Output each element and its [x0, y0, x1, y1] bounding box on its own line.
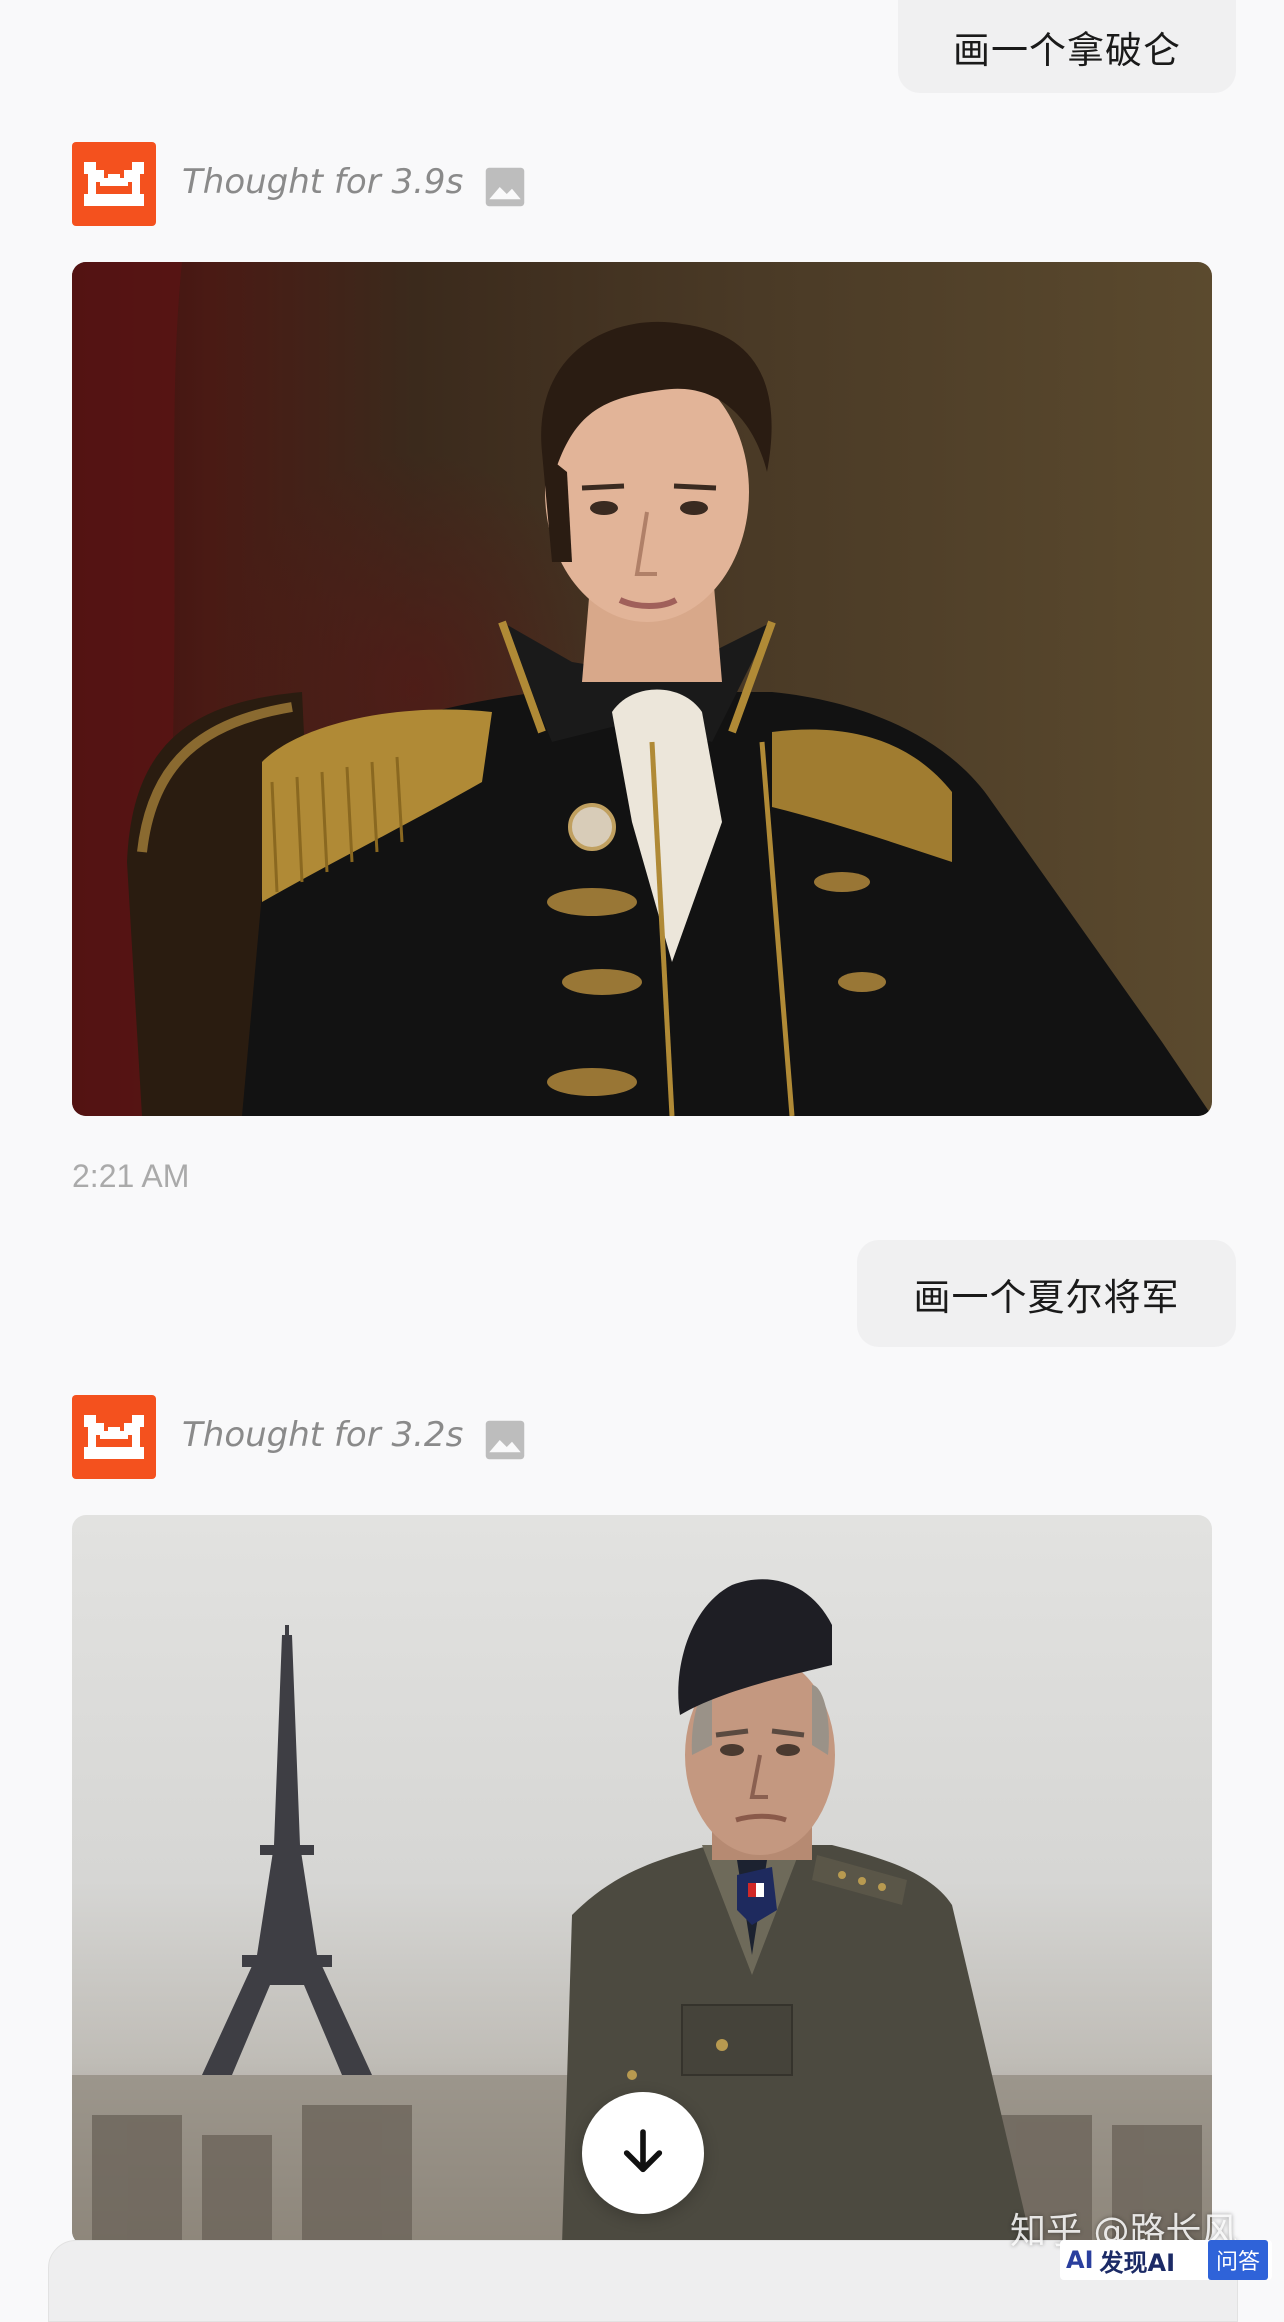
generated-image-napoleon[interactable] — [72, 262, 1212, 1116]
badge-tag: 问答 — [1207, 2240, 1268, 2280]
image-icon[interactable] — [484, 166, 526, 208]
user-message-text: 画一个夏尔将军 — [913, 1275, 1180, 1319]
user-message-bubble: 画一个拿破仑 — [898, 0, 1236, 93]
badge-logo: AI — [1066, 2246, 1094, 2274]
scroll-to-bottom-button[interactable] — [582, 2092, 704, 2214]
faxianai-badge: AI 发现AI 问答 — [1060, 2240, 1272, 2280]
user-message-text: 画一个拿破仑 — [953, 28, 1181, 72]
thought-duration[interactable]: Thought for 3.9s — [182, 162, 463, 202]
assistant-avatar-icon — [72, 142, 156, 226]
message-timestamp: 2:21 AM — [72, 1158, 190, 1194]
arrow-down-icon — [623, 2129, 663, 2173]
user-message-bubble: 画一个夏尔将军 — [857, 1240, 1236, 1347]
badge-name: 发现AI — [1099, 2248, 1176, 2277]
thought-duration[interactable]: Thought for 3.2s — [182, 1415, 463, 1455]
assistant-avatar-icon — [72, 1395, 156, 1479]
image-icon[interactable] — [484, 1419, 526, 1461]
